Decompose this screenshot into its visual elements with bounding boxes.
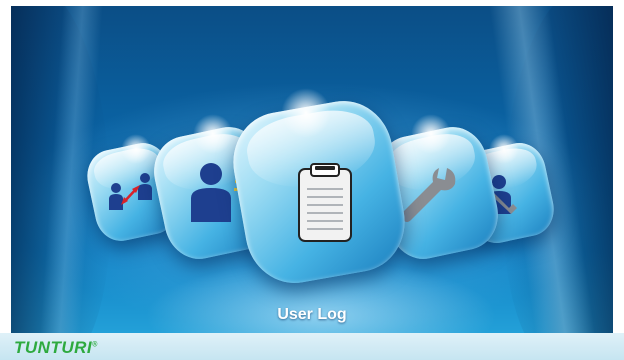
brand-registered-mark: ® [92,341,98,349]
selected-item-label: User Log [277,306,347,323]
device-frame: User Log TUNTURI® [0,0,624,360]
clipboard-icon [298,163,352,242]
menu-screen: User Log [11,6,613,333]
sparkle [281,88,331,138]
sparkle [121,134,151,164]
brand-name: TUNTURI [14,338,93,357]
sparkle [193,114,233,154]
sparkle [489,134,519,164]
user-switch-icon [109,173,152,210]
wrench-icon [401,168,456,222]
brand-logo: TUNTURI® [14,338,98,358]
sparkle [411,114,451,154]
